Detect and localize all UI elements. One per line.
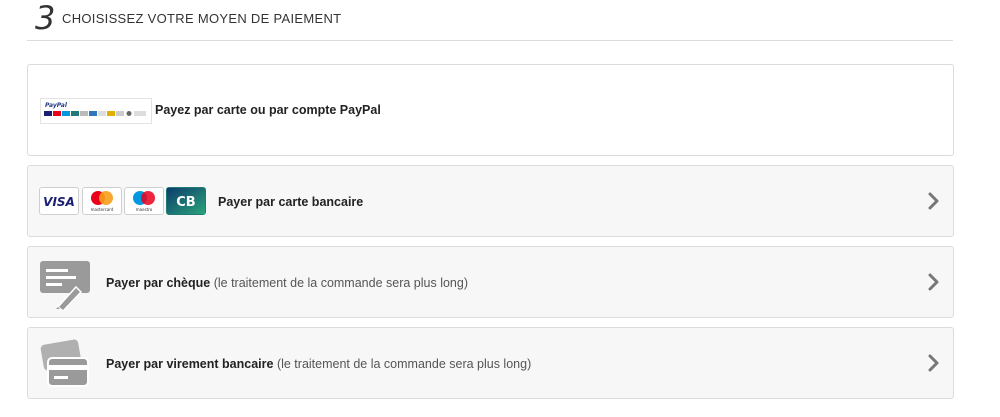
cb-text: CB: [176, 195, 195, 210]
step-title: CHOISISSEZ VOTRE MOYEN DE PAIEMENT: [62, 11, 342, 26]
maestro-logo: maestro: [124, 187, 164, 215]
cb-logo: CB: [166, 187, 206, 215]
chevron-right-icon: [928, 354, 939, 372]
payment-option-paypal[interactable]: PayPal Payez par carte ou par compte Pay…: [27, 64, 954, 156]
payment-option-transfer[interactable]: Payer par virement bancaire (le traiteme…: [27, 327, 954, 399]
paypal-cards-logo: PayPal: [44, 102, 146, 116]
visa-logo: VISA: [39, 187, 79, 215]
option-label-card: Payer par carte bancaire: [218, 195, 364, 209]
maestro-text: maestro: [136, 207, 153, 212]
option-sub-transfer: (le traitement de la commande sera plus …: [276, 357, 532, 371]
option-sub-cheque: (le traitement de la commande sera plus …: [213, 276, 468, 290]
chevron-right-icon: [928, 273, 939, 291]
cheque-icon: [40, 261, 90, 311]
payment-option-card[interactable]: VISA mastercard maestro CB Payer par car…: [27, 165, 954, 237]
paypal-logo-text: PayPal: [45, 102, 68, 109]
option-label-paypal: Payez par carte ou par compte PayPal: [155, 103, 381, 117]
paypal-logo: PayPal: [40, 98, 152, 124]
payment-option-cheque[interactable]: Payer par chèque (le traitement de la co…: [27, 246, 954, 318]
option-label-cheque: Payer par chèque (le traitement de la co…: [106, 276, 468, 290]
visa-text: VISA: [43, 195, 75, 209]
mastercard-logo: mastercard: [82, 187, 122, 215]
chevron-right-icon: [928, 192, 939, 210]
step-header: 3 CHOISISSEZ VOTRE MOYEN DE PAIEMENT: [27, 0, 953, 41]
mastercard-text: mastercard: [91, 207, 114, 212]
step-number: 3: [35, 0, 56, 37]
bank-transfer-icon: [40, 339, 89, 387]
option-label-transfer: Payer par virement bancaire (le traiteme…: [106, 357, 532, 371]
